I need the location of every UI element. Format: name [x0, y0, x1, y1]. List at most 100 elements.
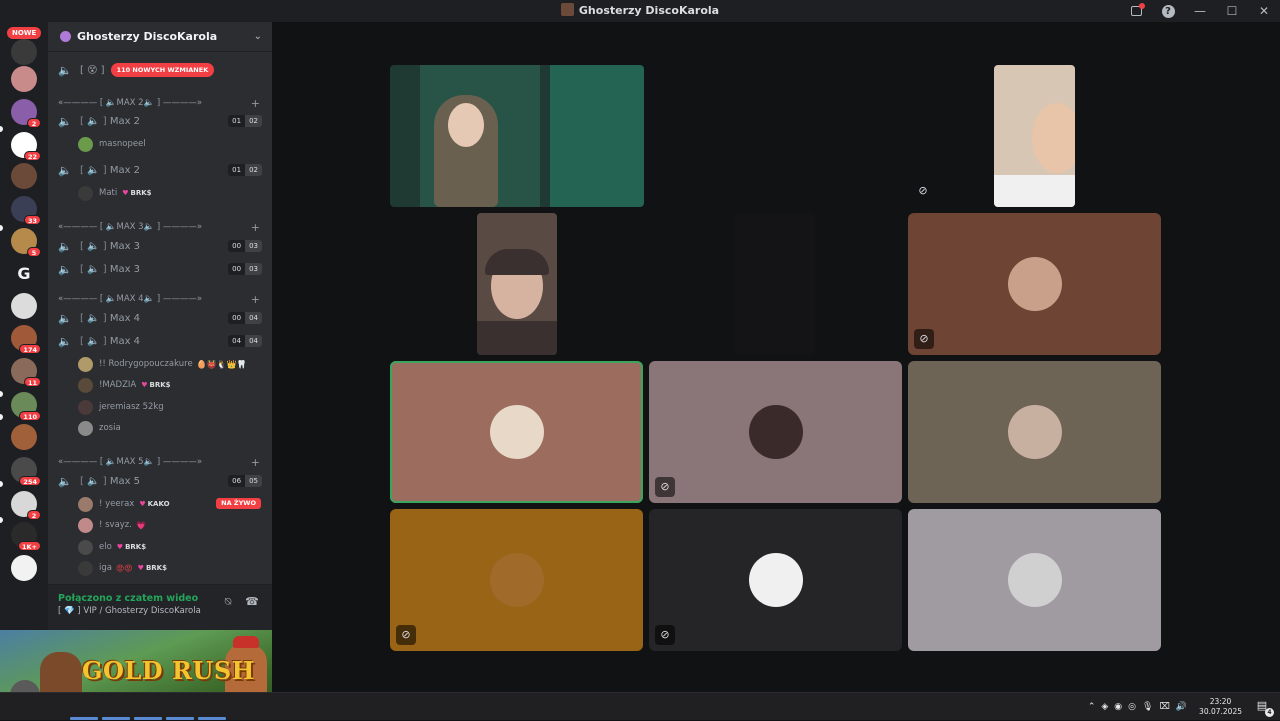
category-label: «———— [ 🔈MAX 5🔈 ] ————» [58, 457, 203, 467]
member-emoji: 💗 [135, 520, 146, 530]
unread-indicator [0, 126, 3, 132]
mic-muted-icon: ⊘ [914, 329, 934, 349]
voice-status[interactable]: Połączono z czatem wideo [58, 593, 198, 604]
server-icon[interactable]: 174 [11, 325, 41, 354]
voice-member[interactable]: !! Rodrygopouczakure 🥚👹🐧👑🦷 [48, 354, 272, 374]
voice-channel[interactable]: 🔈 [ 🔈 ] Max 2 01 02 [48, 160, 272, 180]
voice-channel-top[interactable]: 🔈 [ 😵 ] 110 NOWYCH WZMIANEK [48, 60, 272, 80]
guild-header[interactable]: Ghosterzy DiscoKarola ⌄ [48, 22, 272, 52]
voice-channel[interactable]: 🔈 [ 🔈 ] Max 3 00 03 [48, 259, 272, 279]
category-max-3[interactable]: «———— [ 🔈MAX 3🔈 ] ————» + [48, 219, 272, 235]
voice-connection-panel: Połączono z czatem wideo [ 💎 ] VIP / Gho… [48, 584, 272, 630]
participant-tile[interactable]: ⊘ [649, 509, 902, 651]
voice-channel[interactable]: 🔈 [ 🔈 ] Max 3 00 03 [48, 236, 272, 256]
server-icon[interactable] [11, 424, 37, 450]
mentions-badge[interactable]: 110 NOWYCH WZMIANEK [110, 63, 215, 77]
voice-member[interactable]: elo BRK$ [48, 537, 272, 557]
server-icon[interactable]: 254 [11, 457, 41, 486]
add-channel-icon[interactable]: + [251, 221, 260, 234]
channel-name: [ 🔈 ] Max 5 [80, 475, 141, 487]
inbox-icon[interactable] [1120, 0, 1152, 22]
server-icon-g[interactable]: G [11, 261, 37, 287]
category-max-5[interactable]: «———— [ 🔈MAX 5🔈 ] ————» + [48, 454, 272, 470]
participant-tile[interactable]: ⊘ [390, 509, 643, 651]
server-icon[interactable] [11, 293, 37, 319]
server-icon[interactable] [11, 66, 37, 92]
voice-channel[interactable]: 🔈 [ 🔈 ] Max 4 04 04 [48, 331, 272, 351]
user-count: 01 02 [228, 164, 262, 176]
tray-app-icon[interactable]: ◉ [1114, 702, 1122, 712]
channel-name: [ 😵 ] [80, 64, 105, 76]
member-tag: KAKO [139, 500, 170, 508]
tray-app-icon[interactable]: ◈ [1101, 702, 1108, 712]
microphone-icon[interactable]: 🎙 [1142, 702, 1153, 712]
add-channel-icon[interactable]: + [251, 97, 260, 110]
close-button[interactable]: ✕ [1248, 0, 1280, 22]
help-button[interactable]: ? [1152, 0, 1184, 22]
maximize-button[interactable]: ☐ [1216, 0, 1248, 22]
unread-badge: 110 [19, 411, 41, 421]
mic-muted-icon: ⊘ [655, 477, 675, 497]
server-icon[interactable] [11, 163, 37, 189]
notifications-icon[interactable]: ▤ 4 [1254, 699, 1274, 717]
voice-channel-path[interactable]: [ 💎 ] VIP / Ghosterzy DiscoKarola [58, 606, 201, 616]
server-icon[interactable]: 22 [11, 132, 41, 161]
noise-suppression-icon[interactable]: ⍉ [220, 595, 236, 611]
add-channel-icon[interactable]: + [251, 456, 260, 469]
avatar [78, 560, 93, 576]
voice-member[interactable]: !MADZIA BRK$ [48, 375, 272, 395]
avatar [748, 405, 803, 459]
voice-member[interactable]: Mati BRK$ [48, 183, 272, 203]
windows-taskbar: ⌃ ◈ ◉ ◎ 🎙 ⌧ 🔊 23:20 30.07.2025 ▤ 4 [0, 692, 1280, 720]
unread-badge: 254 [19, 476, 41, 486]
camera-stream[interactable] [390, 65, 644, 207]
voice-member[interactable]: iga😡😡 BRK$ [48, 558, 272, 578]
notification-count: 4 [1265, 708, 1274, 717]
server-icon[interactable] [11, 39, 37, 65]
participant-tile[interactable] [908, 361, 1161, 503]
voice-member[interactable]: jeremiasz 52kg [48, 397, 272, 417]
channel-sidebar: Ghosterzy DiscoKarola ⌄ 🔈 [ 😵 ] 110 NOWY… [48, 22, 272, 630]
chevron-up-icon[interactable]: ⌃ [1088, 702, 1096, 712]
network-icon[interactable]: ⌧ [1159, 702, 1169, 712]
avatar [489, 405, 544, 459]
clock[interactable]: 23:20 30.07.2025 [1199, 697, 1242, 717]
server-icon[interactable]: 1K+ [11, 522, 41, 551]
voice-member[interactable]: ! yeerax KAKO NA ŻYWO [48, 494, 272, 514]
minimize-button[interactable]: — [1184, 0, 1216, 22]
voice-channel[interactable]: 🔈 [ 🔈 ] Max 4 00 04 [48, 308, 272, 328]
participant-tile[interactable] [390, 361, 643, 503]
participant-tile[interactable] [908, 509, 1161, 651]
clock-date: 30.07.2025 [1199, 707, 1242, 716]
participant-tile[interactable]: ⊘ [908, 213, 1161, 355]
server-icon[interactable]: 2 [11, 99, 41, 128]
voice-member[interactable]: ! svayz. 💗 [48, 515, 272, 535]
title-bar: Ghosterzy DiscoKarola ? — ☐ ✕ [0, 0, 1280, 22]
channel-name: [ 🔈 ] Max 3 [80, 240, 141, 252]
camera-stream[interactable] [477, 213, 557, 355]
chevron-down-icon[interactable]: ⌄ [254, 31, 262, 42]
voice-member[interactable]: zosia [48, 418, 272, 438]
server-icon[interactable]: 33 [11, 196, 41, 225]
server-icon[interactable] [11, 555, 37, 581]
server-icon[interactable]: 2 [11, 491, 41, 520]
help-icon: ? [1161, 4, 1175, 18]
taskbar-apps [70, 717, 226, 721]
category-label: «———— [ 🔈MAX 4🔈 ] ————» [58, 294, 203, 304]
new-servers-badge[interactable]: NOWE [7, 27, 42, 39]
disconnect-icon[interactable]: ☎ [244, 595, 260, 611]
category-max-4[interactable]: «———— [ 🔈MAX 4🔈 ] ————» + [48, 291, 272, 307]
tray-app-icon[interactable]: ◎ [1128, 702, 1136, 712]
category-max-2[interactable]: «———— [ 🔈MAX 2🔈 ] ————» + [48, 95, 272, 111]
volume-icon[interactable]: 🔊 [1176, 702, 1187, 712]
camera-stream[interactable] [994, 65, 1075, 207]
voice-channel[interactable]: 🔈 [ 🔈 ] Max 5 06 05 [48, 471, 272, 491]
server-icon[interactable]: 110 [11, 392, 41, 421]
voice-channel[interactable]: 🔈 [ 🔈 ] Max 2 01 02 [48, 111, 272, 131]
speaker-icon: 🔈 [58, 114, 72, 128]
add-channel-icon[interactable]: + [251, 293, 260, 306]
server-icon[interactable]: 5 [11, 228, 41, 257]
participant-tile[interactable]: ⊘ [649, 361, 902, 503]
server-icon[interactable]: 11 [11, 358, 41, 387]
voice-member[interactable]: masnopeel [48, 134, 272, 154]
